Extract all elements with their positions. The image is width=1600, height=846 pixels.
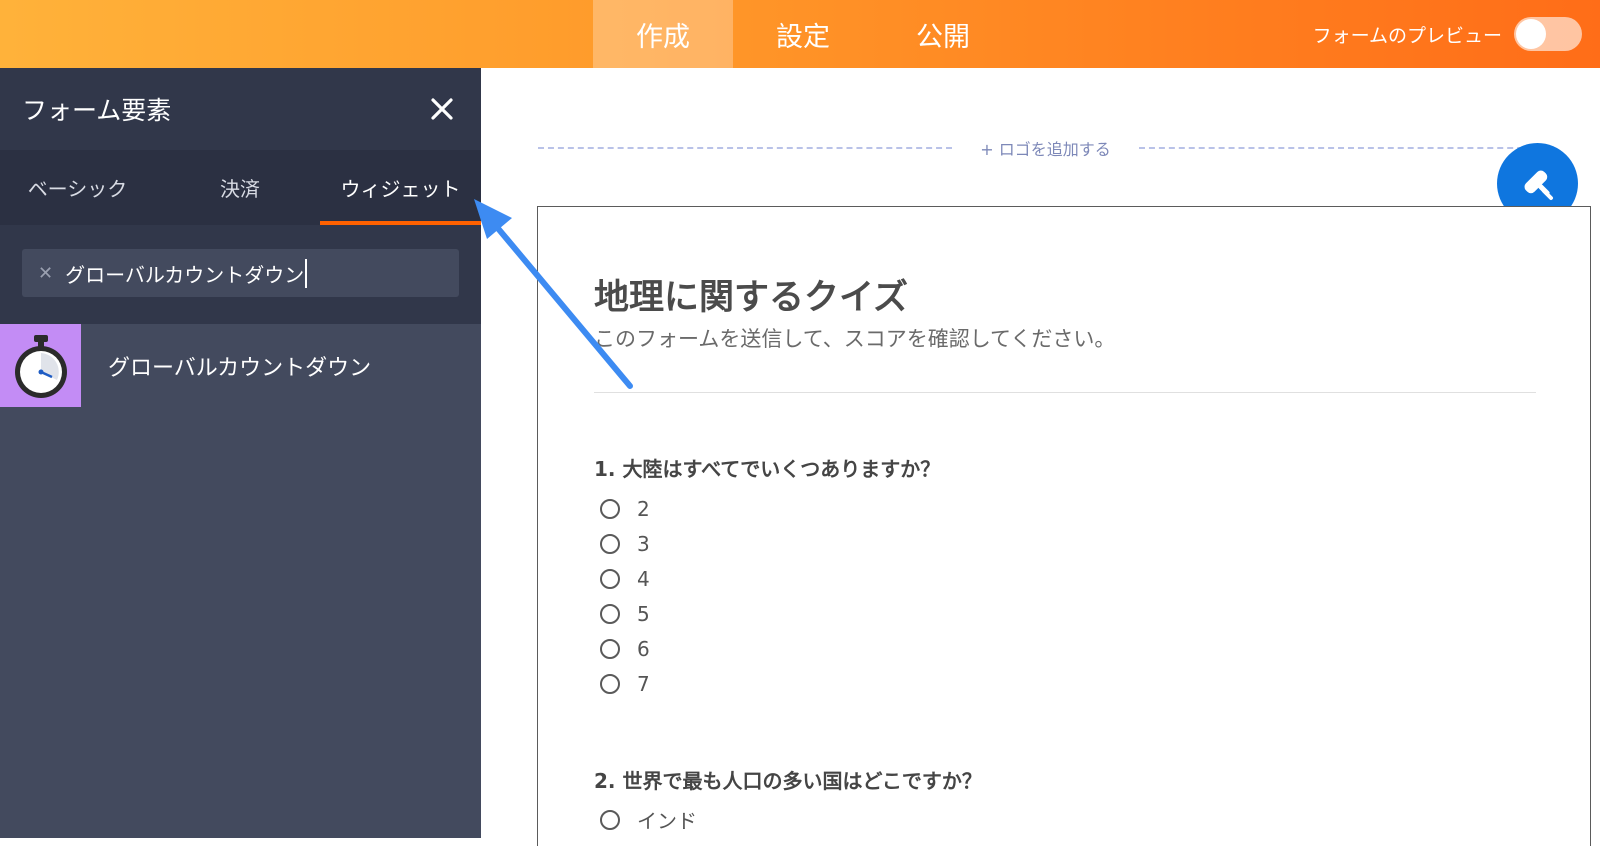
form-card: 地理に関するクイズ このフォームを送信して、スコアを確認してください。 1. 大… bbox=[537, 206, 1591, 846]
radio-button[interactable] bbox=[600, 603, 620, 624]
option-label: 3 bbox=[637, 531, 650, 556]
stopwatch-icon bbox=[0, 324, 81, 407]
form-preview-toggle[interactable] bbox=[1514, 17, 1582, 51]
search-value[interactable]: グローバルカウントダウン bbox=[65, 258, 308, 288]
question-2-label[interactable]: 2. 世界で最も人口の多い国はどこですか？ bbox=[594, 765, 982, 794]
tab-publish[interactable]: 公開 bbox=[873, 0, 1013, 68]
option-label: 7 bbox=[637, 671, 650, 696]
clear-icon[interactable]: ✕ bbox=[38, 263, 53, 284]
radio-button[interactable] bbox=[600, 568, 620, 589]
radio-option[interactable]: 3 bbox=[600, 526, 650, 561]
add-logo-bar: + ロゴを追加する bbox=[538, 136, 1553, 160]
form-preview-label: フォームのプレビュー bbox=[1312, 24, 1502, 47]
active-tab-underline bbox=[320, 221, 481, 225]
form-elements-panel: フォーム要素 ベーシック 決済 ウィジェット ✕ グローバルカウントダウン グロ… bbox=[0, 68, 481, 838]
panel-tabs: ベーシック 決済 ウィジェット bbox=[0, 150, 481, 225]
radio-option[interactable]: インド bbox=[600, 802, 697, 837]
radio-option[interactable]: 2 bbox=[600, 491, 650, 526]
radio-button[interactable] bbox=[600, 638, 620, 659]
option-label: 6 bbox=[637, 636, 650, 661]
add-logo-link[interactable]: + ロゴを追加する bbox=[952, 136, 1139, 160]
radio-button[interactable] bbox=[600, 809, 620, 830]
radio-option[interactable]: 6 bbox=[600, 631, 650, 666]
form-preview-control: フォームのプレビュー bbox=[1313, 15, 1582, 53]
radio-button[interactable] bbox=[600, 673, 620, 694]
panel-header: フォーム要素 bbox=[0, 68, 481, 150]
question-2-options: インド bbox=[600, 802, 697, 837]
tab-build[interactable]: 作成 bbox=[593, 0, 733, 68]
paint-roller-icon bbox=[1524, 170, 1553, 200]
question-1-options: 2 3 4 5 6 7 bbox=[600, 491, 650, 701]
radio-option[interactable]: 5 bbox=[600, 596, 650, 631]
close-icon[interactable] bbox=[427, 94, 457, 124]
radio-option[interactable]: 4 bbox=[600, 561, 650, 596]
tab-settings[interactable]: 設定 bbox=[733, 0, 873, 68]
top-navigation-bar: 作成 設定 公開 フォームのプレビュー bbox=[0, 0, 1600, 68]
widget-search-input[interactable]: ✕ グローバルカウントダウン bbox=[22, 249, 459, 297]
radio-button[interactable] bbox=[600, 533, 620, 554]
dashed-divider bbox=[1138, 147, 1553, 149]
form-title[interactable]: 地理に関するクイズ bbox=[594, 269, 908, 320]
form-subtitle[interactable]: このフォームを送信して、スコアを確認してください。 bbox=[594, 323, 1115, 353]
tab-payments[interactable]: 決済 bbox=[160, 150, 320, 225]
tab-basic[interactable]: ベーシック bbox=[0, 150, 155, 225]
dashed-divider bbox=[538, 147, 953, 149]
option-label: 2 bbox=[637, 496, 650, 521]
option-label: 5 bbox=[637, 601, 650, 626]
radio-button[interactable] bbox=[600, 498, 620, 519]
radio-option[interactable]: 7 bbox=[600, 666, 650, 701]
tab-widgets[interactable]: ウィジェット bbox=[320, 150, 481, 225]
toggle-knob bbox=[1516, 19, 1546, 49]
question-1-label[interactable]: 1. 大陸はすべてでいくつありますか？ bbox=[594, 453, 940, 482]
header-divider bbox=[594, 392, 1536, 393]
option-label: 4 bbox=[637, 566, 650, 591]
widget-search-area: ✕ グローバルカウントダウン bbox=[0, 225, 481, 324]
panel-title: フォーム要素 bbox=[22, 96, 172, 125]
option-label: インド bbox=[637, 809, 697, 833]
widget-result-item[interactable]: グローバルカウントダウン bbox=[0, 324, 481, 407]
widget-result-label: グローバルカウントダウン bbox=[108, 355, 372, 381]
